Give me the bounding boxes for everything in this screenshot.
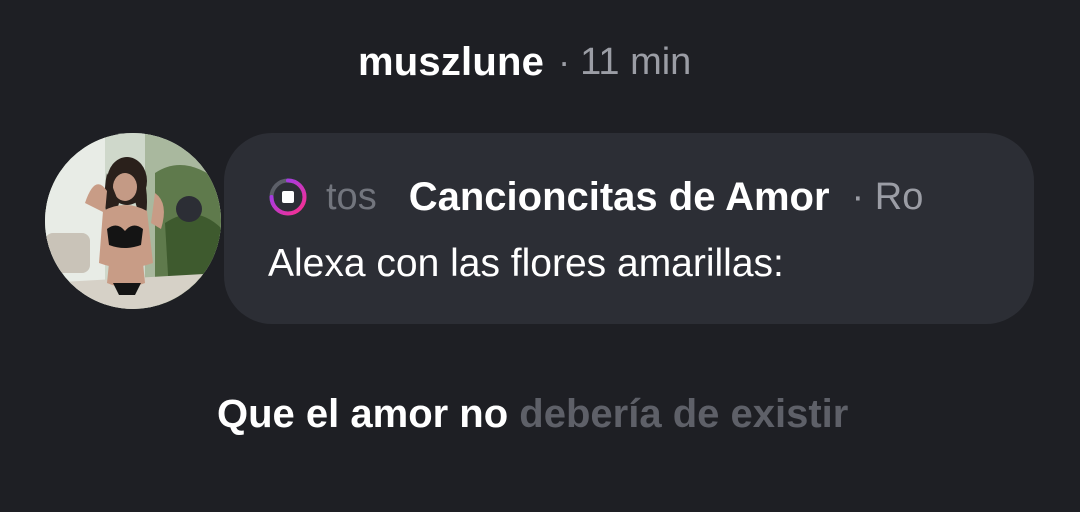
separator-dot: · — [558, 41, 571, 82]
lyrics-sung: Que el amor no — [217, 392, 509, 436]
note-text: Alexa con las flores amarillas: — [268, 242, 784, 285]
note-bubble-tail — [176, 196, 202, 222]
username[interactable]: muszlune — [358, 40, 544, 85]
post-header: muszlune · 11 min — [358, 36, 691, 88]
scrolling-text-prev: tos — [326, 175, 377, 218]
song-title[interactable]: Cancioncitas de Amor — [409, 175, 830, 220]
scrolling-text-next: · Ro — [851, 175, 924, 218]
music-progress-ring-icon[interactable] — [268, 177, 308, 217]
music-note-row[interactable]: tos Cancioncitas de Amor · Ro — [268, 172, 988, 222]
avatar-photo — [45, 133, 221, 309]
note-bubble[interactable] — [224, 133, 1034, 324]
timestamp: 11 min — [580, 40, 692, 83]
lyrics-upcoming: debería de existir — [519, 392, 849, 436]
avatar[interactable] — [45, 133, 221, 309]
lyrics-line: Que el amor no debería de existir — [217, 392, 848, 437]
